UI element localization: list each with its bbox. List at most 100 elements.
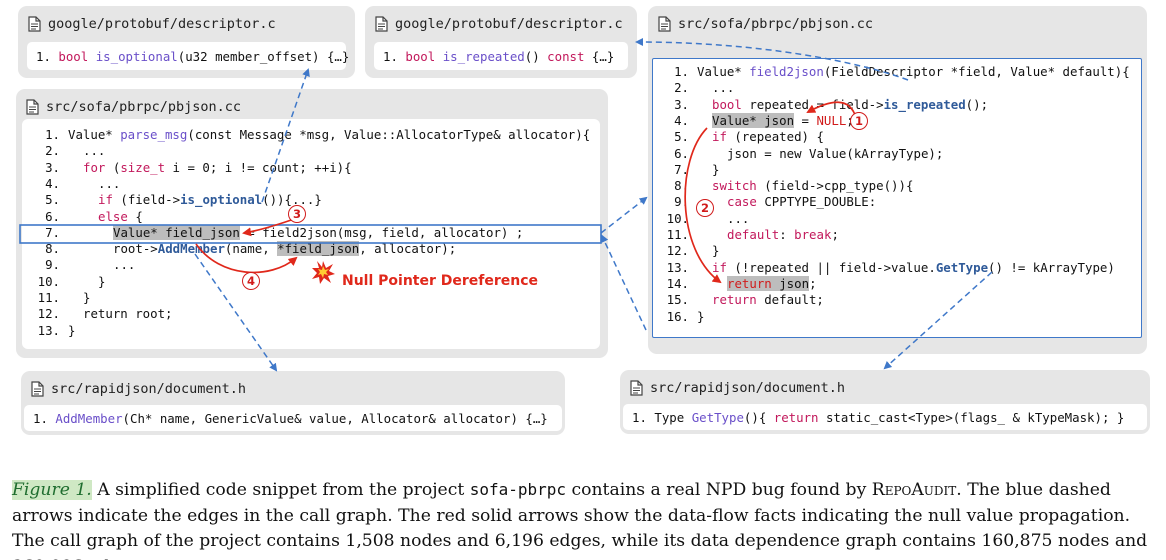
- line-number: 14.: [666, 275, 689, 291]
- code-token: ...: [98, 175, 121, 191]
- code-line: 2....: [26, 143, 105, 159]
- file-text-icon: [31, 381, 44, 397]
- file-name: src/rapidjson/document.h: [51, 381, 247, 397]
- code-token: }: [98, 273, 106, 289]
- document-gettype-panel: src/rapidjson/document.h 1. Type GetType…: [620, 370, 1150, 434]
- code-token: is_repeated: [442, 48, 525, 64]
- file-name: google/protobuf/descriptor.c: [48, 16, 276, 32]
- code-line: 3. bool repeated = field->is_repeated();: [655, 97, 988, 113]
- code-token: if: [712, 259, 735, 275]
- descriptor-optional-panel: google/protobuf/descriptor.c 1. bool is_…: [18, 6, 355, 78]
- line-number: 7.: [674, 161, 689, 177]
- line-number: 1.: [674, 64, 689, 79]
- code-token: is_optional: [180, 192, 263, 208]
- code-token: GetType: [935, 259, 989, 275]
- code-line: 12. return root;: [26, 306, 173, 322]
- code-line: 9. case CPPTYPE_DOUBLE:: [655, 194, 876, 210]
- tool-name: RepoAudit: [871, 480, 957, 500]
- file-text-icon: [375, 16, 388, 32]
- line-number: 2.: [45, 143, 60, 159]
- code-token: return root;: [83, 306, 173, 322]
- line-number: 11.: [666, 227, 689, 242]
- code-token: }: [83, 290, 91, 305]
- line-number: 11.: [37, 290, 60, 305]
- code-token: (): [524, 48, 548, 64]
- code-token: = field2json(msg, field, allocator) ;: [239, 224, 524, 240]
- line-number: 13.: [666, 259, 689, 275]
- line-number: 2.: [674, 80, 689, 96]
- code-token: ...: [727, 210, 750, 226]
- highlighted-token: return: [727, 275, 772, 291]
- code-token: AddMember: [55, 410, 123, 426]
- code-token: bool: [58, 48, 96, 64]
- code-line: 6. else {: [26, 209, 143, 225]
- null-pointer-dereference-label: Null Pointer Dereference: [342, 273, 539, 289]
- code-token: (!repeated || field->value.: [734, 259, 936, 275]
- step-badge-3: 3: [288, 205, 306, 223]
- code-line: 13.}: [26, 322, 76, 339]
- code-token: }: [712, 161, 720, 177]
- parse-msg-code-block: 1. Value* parse_msg(const Message *msg, V…: [22, 119, 600, 349]
- code-token: }: [697, 308, 705, 324]
- code-token: (Ch* name, GenericValue& value, Allocato…: [122, 410, 548, 426]
- line-number: 13.: [37, 322, 60, 338]
- code-line: 11. default: break;: [655, 227, 839, 243]
- panel-header: google/protobuf/descriptor.c: [28, 13, 276, 35]
- code-token: }: [712, 243, 720, 259]
- line-number: 9.: [674, 194, 689, 210]
- code-token: ();: [965, 96, 989, 112]
- code-line: 5. if (field->is_optional()){...}: [26, 192, 322, 208]
- code-token: ;: [809, 275, 817, 291]
- code-line: 4.Value* json = NULL;: [655, 112, 854, 129]
- line-number: 12.: [666, 243, 689, 259]
- code-token: ;: [831, 227, 839, 242]
- line-number: 5.: [674, 129, 689, 145]
- code-line: 1. Value* parse_msg(const Message *msg, V…: [26, 127, 590, 143]
- code-line: 4....: [26, 176, 120, 192]
- code-token: (field->: [120, 192, 181, 208]
- highlighted-token: *field_json: [277, 241, 360, 257]
- code-line: 14. return json;: [655, 275, 817, 292]
- code-token: json = new Value(kArrayType);: [727, 145, 944, 161]
- line-number: 15.: [666, 292, 689, 308]
- code-token: repeated = field->: [749, 96, 884, 112]
- code-token: return: [773, 409, 826, 425]
- line-number: 10.: [37, 273, 60, 289]
- file-text-icon: [26, 99, 39, 115]
- code-line: 13. if (!repeated || field->value.GetType…: [655, 260, 1115, 276]
- code-line: 7.}: [655, 162, 719, 178]
- file-text-icon: [658, 16, 671, 32]
- code-token: {: [135, 208, 143, 224]
- code-token: NULL: [816, 112, 847, 128]
- code-token: case: [727, 194, 765, 210]
- line-number: 16.: [666, 308, 689, 324]
- code-token: , allocator);: [359, 241, 457, 257]
- code-line: 2....: [655, 80, 734, 96]
- panel-header: src/sofa/pbrpc/pbjson.cc: [26, 96, 241, 118]
- line-number: 3.: [45, 159, 60, 175]
- code-token: (field->cpp_type()){: [764, 178, 914, 194]
- code-token: parse_msg: [120, 127, 188, 142]
- line-number: 5.: [45, 192, 60, 208]
- code-line: 3. for (size_t i = 0; i != count; ++i){: [26, 160, 352, 176]
- code-token: AddMember: [157, 241, 225, 257]
- step-badge-4: 4: [242, 272, 260, 290]
- code-token: i = 0; i != count; ++i){: [165, 159, 352, 175]
- code-line: 11.}: [26, 290, 91, 306]
- code-token: (){: [743, 409, 774, 425]
- line-number: 1.: [45, 127, 60, 142]
- step-badge-2: 2: [696, 199, 714, 217]
- pbjson-parse-msg-panel: src/sofa/pbrpc/pbjson.cc 1. Value* parse_…: [16, 89, 608, 358]
- field2json-code-block: 1. Value* field2json(FieldDescriptor *fie…: [652, 58, 1142, 338]
- code-token: 1.: [36, 48, 59, 64]
- line-number: 8.: [45, 241, 60, 257]
- code-token: default: [727, 227, 780, 242]
- file-name: src/sofa/pbrpc/pbjson.cc: [678, 16, 874, 32]
- file-name: google/protobuf/descriptor.c: [395, 16, 623, 32]
- code-token: }: [68, 322, 76, 338]
- code-line: 12.}: [655, 243, 720, 259]
- code-token: 1. Type: [632, 409, 692, 425]
- line-number: 10.: [666, 210, 689, 226]
- code-token: static_cast<Type>(flags_ & kTypeMask); }: [825, 409, 1125, 425]
- code-token: size_t: [120, 159, 166, 175]
